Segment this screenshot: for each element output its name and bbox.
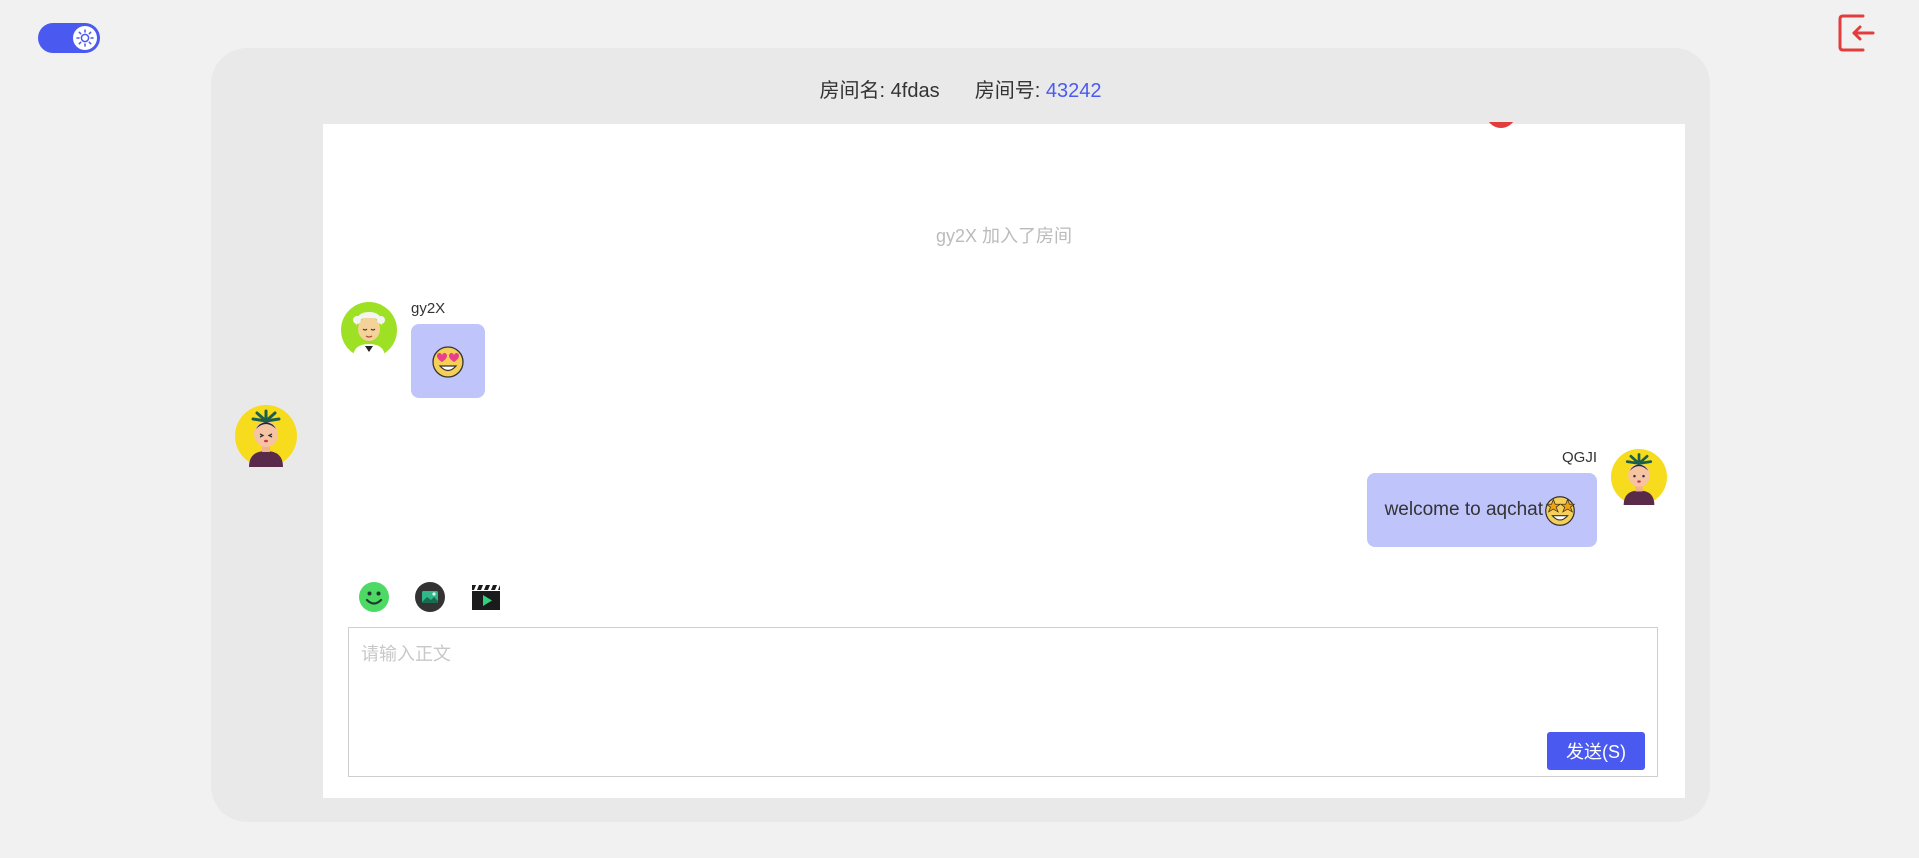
theme-toggle[interactable] [38,23,100,53]
current-user-avatar[interactable] [235,405,297,467]
exit-button[interactable] [1837,13,1877,53]
heart-eyes-emoji-icon [432,346,464,378]
message-right: QGJI welcome to aqchat [1327,449,1667,559]
video-button[interactable] [470,581,502,613]
system-message: gy2X 加入了房间 [935,226,1073,246]
room-name: 4fdas [890,80,940,102]
image-button[interactable] [414,581,446,613]
message-input[interactable] [349,628,1657,776]
chat-room-container: 房间名: 4fdas 房间号: 43242 gy2X 加入了房间 gy2X QG… [211,48,1710,822]
partial-avatar [1486,110,1516,128]
room-id-label: 房间号: [974,80,1041,102]
room-header: 房间名: 4fdas 房间号: 43242 [211,74,1710,103]
message-editor: 发送(S) [348,627,1658,777]
emoji-icon [359,582,389,612]
room-id: 43242 [1045,80,1102,102]
message-bubble: welcome to aqchat [1366,473,1597,547]
chat-room-page: 房间名: 4fdas 房间号: 43242 gy2X 加入了房间 gy2X QG… [0,0,1919,858]
message-toolbar [358,581,502,613]
room-name-label: 房间名: [819,80,886,102]
user-avatar-qgji[interactable] [1611,449,1667,505]
send-button[interactable]: 发送(S) [1547,732,1645,770]
message-username: QGJI [1561,449,1597,466]
message-text: welcome to aqchat [1384,499,1543,520]
chat-panel: gy2X 加入了房间 gy2X QGJI welcome to aqchat 请… [323,124,1685,798]
video-icon [472,585,500,610]
exit-icon [1838,14,1875,52]
star-struck-emoji-icon [1545,496,1576,526]
message-username: gy2X [411,300,446,317]
image-icon [415,582,445,612]
emoji-button[interactable] [358,581,390,613]
message-bubble [411,324,485,398]
user-avatar-gy2x[interactable] [341,302,397,358]
sun-icon [73,26,97,50]
